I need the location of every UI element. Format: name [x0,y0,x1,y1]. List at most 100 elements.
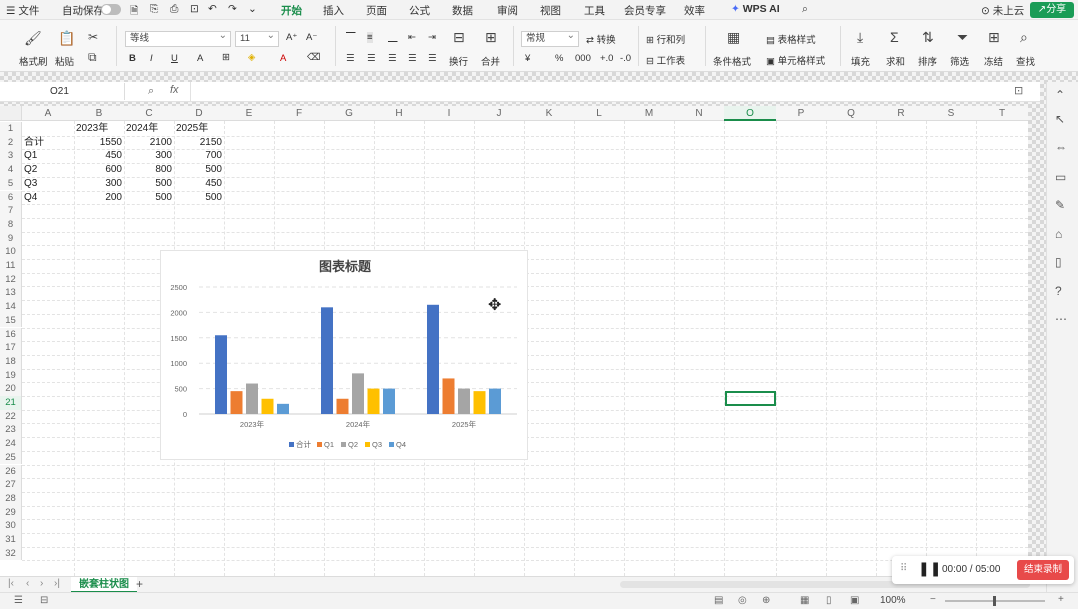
zoom-level[interactable]: 100% [880,595,906,606]
row-header-20[interactable]: 20 [0,382,22,396]
column-header-B[interactable]: B [74,106,124,121]
adjust-icon[interactable]: ⇔ [1055,140,1067,154]
tab-first-icon[interactable]: |‹ [8,578,14,589]
cell-A5[interactable]: Q3 [24,177,37,190]
copy-icon[interactable]: ⧉ [88,50,97,65]
cell-D6[interactable]: 500 [174,191,222,204]
column-header-D[interactable]: D [174,106,224,121]
align-middle-icon[interactable]: ≡ [367,32,373,43]
shape-icon[interactable]: ▭ [1055,170,1066,184]
italic-icon[interactable]: I [150,53,153,64]
find-icon[interactable]: ⌕ [1020,29,1028,46]
paste-button[interactable]: 粘贴 [55,54,74,68]
align-center-icon[interactable]: ☰ [367,53,376,64]
font-name-select[interactable]: 等线 [125,29,231,47]
more-icon[interactable]: ⌄ [248,3,257,15]
paste-icon[interactable]: 📋 [58,30,75,47]
cell-C3[interactable]: 300 [124,149,172,162]
cell-B2[interactable]: 1550 [74,136,122,149]
wrap-icon[interactable]: ⊟ [453,29,465,46]
column-header-N[interactable]: N [674,106,724,121]
chart-bar-Q3-2025年[interactable] [473,391,486,414]
tab-data[interactable]: 数据 [452,3,473,18]
row-header-24[interactable]: 24 [0,437,22,451]
tab-home[interactable]: 开始 [281,3,302,22]
cond-format-icon[interactable]: ▦ [727,29,740,46]
share-button[interactable]: ↗分享 [1030,2,1074,18]
row-header-13[interactable]: 13 [0,286,22,301]
row-header-16[interactable]: 16 [0,327,22,342]
chart-legend-label[interactable]: 合计 [296,439,311,449]
align-bottom-icon[interactable]: ⎽ [388,32,398,43]
sort-button[interactable]: 排序 [918,54,937,68]
chart-bar-Q1-2025年[interactable] [442,378,455,414]
wrap-button[interactable]: 换行 [449,54,468,68]
protect-icon[interactable]: ⊕ [762,595,770,606]
row-header-1[interactable]: 1 [0,122,22,136]
macro-icon[interactable]: ⊟ [40,595,48,606]
column-header-L[interactable]: L [574,106,624,121]
fill-color-icon[interactable]: ◈ [248,52,255,63]
tab-page[interactable]: 页面 [366,3,387,18]
row-header-28[interactable]: 28 [0,491,22,506]
row-header-22[interactable]: 22 [0,409,22,424]
page-break-icon[interactable]: ▣ [850,595,859,606]
normal-view-icon[interactable]: ▦ [800,595,809,606]
select-all-corner[interactable] [0,106,22,121]
collapse-icon[interactable]: ⌃ [1055,88,1065,102]
row-header-11[interactable]: 11 [0,259,22,273]
column-header-P[interactable]: P [776,106,826,121]
align-top-icon[interactable]: ⎺ [346,32,356,43]
column-header-J[interactable]: J [474,106,524,121]
fill-button[interactable]: 填充 [851,54,870,68]
cut-icon[interactable]: ✂ [88,30,98,44]
row-header-4[interactable]: 4 [0,163,22,177]
tab-insert[interactable]: 插入 [323,3,344,18]
row-header-10[interactable]: 10 [0,245,22,259]
worksheet-button[interactable]: ⊟ 工作表 [646,53,685,67]
cell-D1[interactable]: 2025年 [176,122,208,135]
sort-icon[interactable]: ⇅ [922,29,934,46]
filter-icon[interactable]: ⏷ [957,29,968,46]
chart-bar-Q1-2024年[interactable] [336,398,349,414]
format-painter-icon[interactable]: 🖌 [24,30,42,47]
save-icon[interactable]: 🗎 [130,3,138,21]
tab-review[interactable]: 审阅 [497,3,518,18]
tab-efficiency[interactable]: 效率 [684,3,705,18]
cell-D5[interactable]: 450 [174,177,222,190]
row-header-27[interactable]: 27 [0,478,22,492]
row-header-17[interactable]: 17 [0,341,22,355]
chart-bar-Q2-2025年[interactable] [458,388,470,414]
style-icon[interactable]: ⌂ [1055,227,1062,241]
column-header-O[interactable]: O [724,106,776,121]
format-painter-button[interactable]: 格式刷 [19,54,48,68]
cell-B3[interactable]: 450 [74,149,122,162]
name-box[interactable]: O21 [5,83,125,100]
active-cell-O21[interactable] [725,391,776,406]
tab-next-icon[interactable]: › [40,578,43,589]
chart-bar-Q3-2023年[interactable] [261,398,274,414]
pause-icon[interactable]: ❚❚ [918,560,941,577]
column-header-S[interactable]: S [926,106,976,121]
print-icon[interactable]: ⎙ [170,3,178,16]
chart-legend-label[interactable]: Q4 [396,440,406,449]
column-header-C[interactable]: C [124,106,174,121]
menu-icon[interactable]: ☰ [14,595,23,606]
cond-format-button[interactable]: 条件格式 [713,54,751,68]
cell-C2[interactable]: 2100 [124,136,172,149]
column-header-Q[interactable]: Q [826,106,876,121]
chart-bar-合计-2025年[interactable] [427,304,439,414]
chart-bar-Q4-2025年[interactable] [489,388,501,414]
strikethrough-icon[interactable]: A [197,53,203,64]
column-header-G[interactable]: G [324,106,374,121]
cell-A4[interactable]: Q2 [24,163,37,176]
fx-icon[interactable]: fx [170,84,179,96]
row-header-2[interactable]: 2 [0,135,22,150]
cell-D3[interactable]: 700 [174,149,222,162]
row-header-21[interactable]: 21 [0,396,22,410]
chart-bar-Q4-2023年[interactable] [277,403,289,414]
merge-icon[interactable]: ⊞ [485,29,497,46]
chart-bar-Q2-2023年[interactable] [246,383,258,414]
filter-button[interactable]: 筛选 [950,54,969,68]
underline-icon[interactable]: U [171,53,178,64]
